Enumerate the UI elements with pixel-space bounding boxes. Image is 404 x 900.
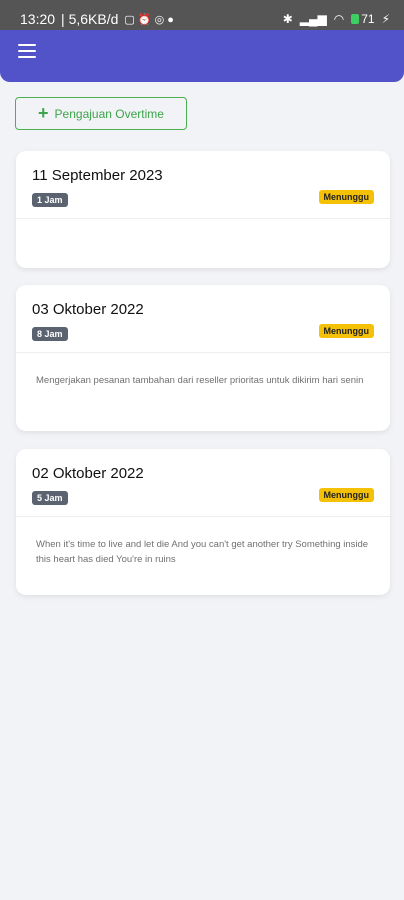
- card-date: 02 Oktober 2022: [32, 465, 144, 482]
- card-note: When it's time to live and let die And y…: [36, 539, 369, 565]
- hours-badge: 5 Jam: [32, 491, 68, 505]
- wifi-icon: ◠: [333, 12, 345, 26]
- add-overtime-label: Pengajuan Overtime: [54, 106, 164, 121]
- battery-indicator: 71: [351, 12, 375, 26]
- notification-icons: ▢ ⏰ ◎ ●: [124, 13, 174, 26]
- overtime-card[interactable]: 02 Oktober 2022 5 Jam Menunggu When it's…: [16, 449, 390, 595]
- hours-badge: 8 Jam: [32, 327, 68, 341]
- add-overtime-button[interactable]: + Pengajuan Overtime: [15, 97, 187, 130]
- overtime-card[interactable]: 11 September 2023 1 Jam Menunggu: [16, 151, 390, 268]
- status-badge: Menunggu: [318, 190, 374, 204]
- plus-icon: +: [38, 102, 49, 123]
- status-badge: Menunggu: [318, 488, 374, 502]
- hours-badge: 1 Jam: [32, 193, 68, 207]
- status-badge: Menunggu: [318, 324, 374, 338]
- overtime-card[interactable]: 03 Oktober 2022 8 Jam Menunggu Mengerjak…: [16, 285, 390, 431]
- battery-icon: [351, 14, 360, 24]
- app-bar: [0, 30, 404, 82]
- card-date: 11 September 2023: [32, 167, 163, 184]
- card-note: [16, 219, 390, 239]
- menu-icon[interactable]: [18, 44, 36, 58]
- card-note: Mengerjakan pesanan tambahan dari resell…: [36, 375, 364, 386]
- battery-level: 71: [361, 12, 375, 26]
- charging-icon: ⚡: [381, 12, 390, 26]
- status-network-speed: | 5,6KB/d: [61, 11, 119, 27]
- status-time: 13:20: [20, 11, 56, 27]
- signal-icon: ▂▄▆: [299, 12, 327, 26]
- card-date: 03 Oktober 2022: [32, 301, 144, 318]
- bluetooth-icon: ✱: [282, 12, 293, 26]
